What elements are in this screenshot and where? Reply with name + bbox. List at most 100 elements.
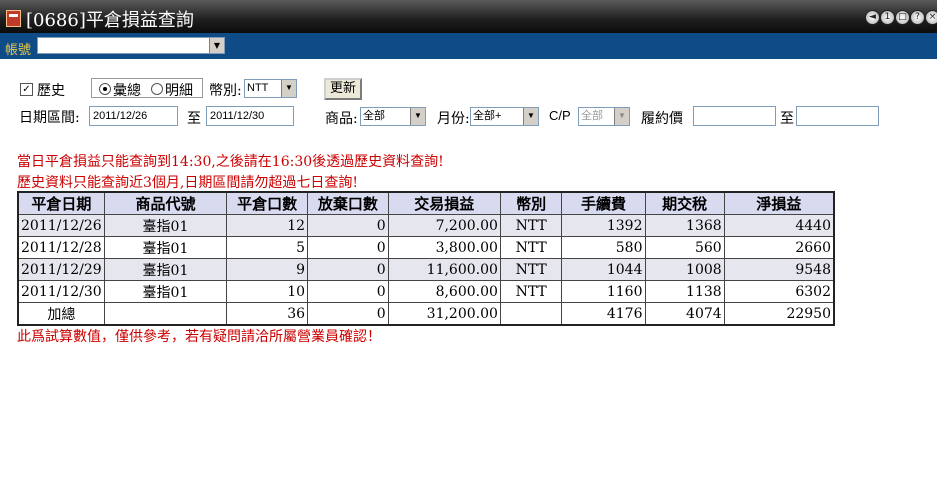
cell-currency: NTT (499, 236, 563, 259)
cell-close-qty: 12 (226, 214, 309, 237)
account-select[interactable]: ▼ (37, 37, 225, 54)
cell-date: 2011/12/29 (17, 258, 105, 281)
col-header-close-date[interactable]: 平倉日期 (17, 191, 105, 215)
col-header-fee[interactable]: 手續費 (561, 191, 646, 215)
cell-net-pl: 4440 (723, 214, 835, 237)
account-label: 帳號 (5, 43, 32, 58)
notice-line-2: 歷史資料只能查詢近3個月,日期區間請勿超過七日查詢! (17, 175, 358, 191)
cell-fee: 1044 (561, 258, 646, 281)
cell-tax: 560 (644, 236, 725, 259)
window-title: [0686]平倉損益查詢 (26, 10, 194, 31)
cell-trade-pl: 7,200.00 (387, 214, 501, 237)
chevron-down-icon[interactable]: ▼ (523, 108, 538, 125)
cell-close-qty: 9 (226, 258, 309, 281)
account-bar: 帳號 ▼ (0, 33, 937, 59)
table-row[interactable]: 2011/12/30 臺指01 10 0 8,600.00 NTT 1160 1… (17, 280, 835, 303)
cell-abandon-qty: 0 (307, 258, 389, 281)
product-label: 商品: (325, 111, 358, 127)
cell-tax: 1138 (644, 280, 725, 303)
cell-close-qty: 5 (226, 236, 309, 259)
disclaimer-notice: 此爲試算數值，僅供參考，若有疑問請洽所屬營業員確認！ (17, 329, 381, 345)
col-header-trade-pl[interactable]: 交易損益 (387, 191, 501, 215)
total-abandon-qty: 0 (307, 302, 389, 326)
cp-select[interactable]: 全部 ▼ (578, 107, 630, 126)
strike-from-input[interactable] (693, 106, 776, 126)
cell-currency: NTT (499, 258, 563, 281)
summary-mode-group: 彙總 明細 (91, 78, 203, 99)
table-row[interactable]: 2011/12/28 臺指01 5 0 3,800.00 NTT 580 560… (17, 236, 835, 259)
title-bar: [0686]平倉損益查詢 ◄ 1 □ ? × (0, 0, 937, 33)
cell-currency: NTT (499, 280, 563, 303)
col-header-abandon-qty[interactable]: 放棄口數 (307, 191, 389, 215)
table-total-row: 加總 36 0 31,200.00 4176 4074 22950 (17, 302, 835, 326)
history-label: 歷史 (37, 83, 65, 99)
radio-detail[interactable] (151, 83, 163, 95)
table-header-row: 平倉日期 商品代號 平倉口數 放棄口數 交易損益 幣別 手續費 期交稅 淨損益 (17, 191, 835, 215)
radio-detail-label: 明細 (165, 83, 193, 99)
total-fee: 4176 (561, 302, 646, 326)
month-label: 月份: (437, 111, 470, 127)
date-to-label: 至 (187, 111, 201, 127)
chevron-down-icon[interactable]: ▼ (410, 108, 425, 125)
total-label: 加總 (17, 302, 105, 326)
chevron-down-icon[interactable]: ▼ (614, 108, 629, 125)
app-icon (6, 10, 21, 27)
cell-net-pl: 2660 (723, 236, 835, 259)
back-icon[interactable]: ◄ (865, 10, 880, 25)
table-row[interactable]: 2011/12/29 臺指01 9 0 11,600.00 NTT 1044 1… (17, 258, 835, 281)
date-to-input[interactable]: 2011/12/30 (206, 106, 294, 126)
cell-trade-pl: 11,600.00 (387, 258, 501, 281)
notice-line-1: 當日平倉損益只能查詢到14:30,之後請在16:30後透過歷史資料查詢! (17, 154, 444, 170)
date-from-input[interactable]: 2011/12/26 (89, 106, 178, 126)
strike-to-input[interactable] (796, 106, 879, 126)
window-icon[interactable]: □ (895, 10, 910, 25)
cell-date: 2011/12/26 (17, 214, 105, 237)
radio-total[interactable] (99, 83, 111, 95)
cell-product: 臺指01 (103, 258, 228, 281)
cell-net-pl: 9548 (723, 258, 835, 281)
cell-net-pl: 6302 (723, 280, 835, 303)
cell-close-qty: 10 (226, 280, 309, 303)
cp-label: C/P (549, 108, 571, 123)
history-checkbox[interactable]: ✓ (20, 83, 33, 96)
refresh-button[interactable]: 更新 (324, 78, 362, 100)
total-net-pl: 22950 (723, 302, 835, 326)
total-currency (499, 302, 563, 326)
cell-product: 臺指01 (103, 236, 228, 259)
cell-product: 臺指01 (103, 280, 228, 303)
cell-tax: 1008 (644, 258, 725, 281)
strike-label: 履約價 (641, 111, 683, 127)
product-select[interactable]: 全部 ▼ (360, 107, 426, 126)
cell-fee: 1160 (561, 280, 646, 303)
cell-abandon-qty: 0 (307, 280, 389, 303)
month-value: 全部+ (473, 110, 502, 122)
cell-fee: 1392 (561, 214, 646, 237)
cell-abandon-qty: 0 (307, 236, 389, 259)
cp-value: 全部 (581, 110, 603, 122)
page-one-icon[interactable]: 1 (880, 10, 895, 25)
strike-to-label: 至 (780, 111, 794, 127)
cell-date: 2011/12/30 (17, 280, 105, 303)
currency-value: NTT (247, 82, 269, 94)
col-header-currency[interactable]: 幣別 (499, 191, 563, 215)
cell-abandon-qty: 0 (307, 214, 389, 237)
product-value: 全部 (363, 110, 385, 122)
cell-trade-pl: 3,800.00 (387, 236, 501, 259)
chevron-down-icon[interactable]: ▼ (209, 38, 224, 53)
col-header-close-qty[interactable]: 平倉口數 (226, 191, 309, 215)
month-select[interactable]: 全部+ ▼ (470, 107, 539, 126)
close-icon[interactable]: × (925, 10, 937, 25)
date-range-label: 日期區間: (19, 110, 80, 126)
table-row[interactable]: 2011/12/26 臺指01 12 0 7,200.00 NTT 1392 1… (17, 214, 835, 237)
col-header-product-code[interactable]: 商品代號 (103, 191, 228, 215)
cell-currency: NTT (499, 214, 563, 237)
total-trade-pl: 31,200.00 (387, 302, 501, 326)
help-icon[interactable]: ? (910, 10, 925, 25)
col-header-net-pl[interactable]: 淨損益 (723, 191, 835, 215)
col-header-tax[interactable]: 期交稅 (644, 191, 725, 215)
cell-tax: 1368 (644, 214, 725, 237)
currency-select[interactable]: NTT ▼ (244, 79, 297, 98)
chevron-down-icon[interactable]: ▼ (281, 80, 296, 97)
cell-date: 2011/12/28 (17, 236, 105, 259)
results-table: 平倉日期 商品代號 平倉口數 放棄口數 交易損益 幣別 手續費 期交稅 淨損益 … (17, 191, 835, 326)
